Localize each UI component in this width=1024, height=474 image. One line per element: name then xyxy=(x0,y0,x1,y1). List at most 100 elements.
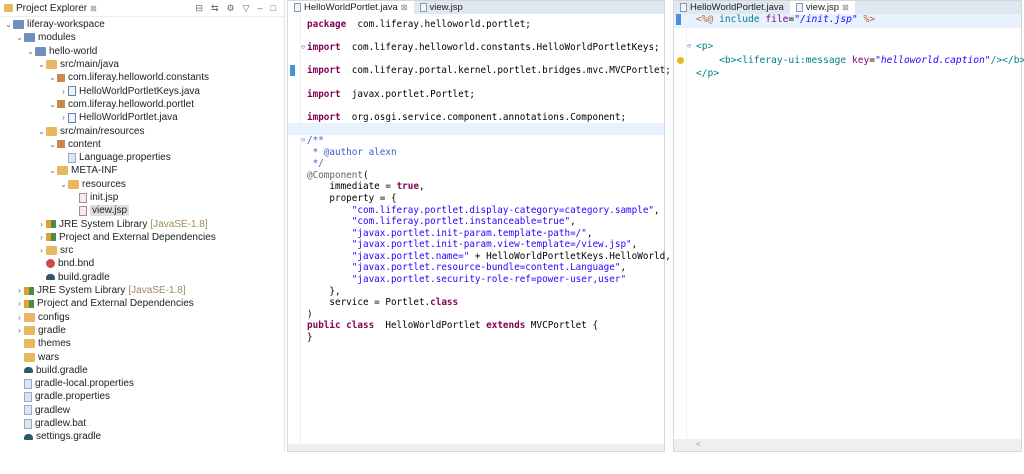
tree-item[interactable]: gradle-local.properties xyxy=(0,377,284,390)
close-tab-icon[interactable]: ⊠ xyxy=(842,3,849,12)
explorer-header: Project Explorer ⊠ ⊟ ⇆ ⚙ ▽ – □ xyxy=(0,0,284,17)
chevron-right-icon[interactable]: › xyxy=(15,313,24,322)
tree-item[interactable]: ⌄ com.liferay.helloworld.portlet xyxy=(0,98,284,111)
chevron-down-icon[interactable]: ⌄ xyxy=(48,100,57,109)
chevron-down-icon[interactable]: ⌄ xyxy=(15,33,24,42)
tree-item[interactable]: themes xyxy=(0,337,284,350)
tab-label: HelloWorldPortlet.java xyxy=(304,2,398,13)
editor-tab[interactable]: view.jsp xyxy=(414,1,469,14)
tree-item[interactable]: ⌄modules xyxy=(0,31,284,44)
tree-item[interactable]: wars xyxy=(0,350,284,363)
chevron-down-icon[interactable]: ⌄ xyxy=(26,47,35,56)
jsp-editor: HelloWorldPortlet.javaview.jsp⊠ <%@ incl… xyxy=(673,0,1022,452)
close-icon[interactable]: ⊠ xyxy=(90,4,97,13)
filter-icon[interactable]: ⚙ xyxy=(227,3,235,14)
tree-item[interactable]: ›Project and External Dependencies xyxy=(0,297,284,310)
gradle-icon xyxy=(24,367,33,373)
code-token: "javax.portlet.security-role-ref=power-u… xyxy=(307,274,626,285)
collapse-all-icon[interactable]: ⊟ xyxy=(195,3,203,14)
folder-icon xyxy=(46,246,57,255)
tab-project-explorer[interactable]: Project Explorer ⊠ xyxy=(0,0,101,17)
horizontal-scrollbar[interactable] xyxy=(288,444,664,451)
tab-label: view.jsp xyxy=(430,2,463,13)
folder-icon xyxy=(24,326,35,335)
chevron-down-icon[interactable]: ⌄ xyxy=(48,140,57,149)
chevron-down-icon[interactable]: ⌄ xyxy=(4,20,13,29)
chevron-down-icon[interactable]: ⌄ xyxy=(37,127,46,136)
editor-tab[interactable]: HelloWorldPortlet.java⊠ xyxy=(288,1,414,14)
tree-item[interactable]: ⌄hello-world xyxy=(0,45,284,58)
chevron-right-icon[interactable]: › xyxy=(15,299,24,308)
tree-item[interactable]: ›src xyxy=(0,244,284,257)
pfile-icon xyxy=(24,392,32,402)
tree-item[interactable]: ›gradle xyxy=(0,324,284,337)
tree-item[interactable]: ⌄com.liferay.helloworld.constants xyxy=(0,71,284,84)
fold-icon[interactable]: ⊖ xyxy=(687,41,691,53)
code-token: extends xyxy=(486,320,525,331)
horizontal-scrollbar[interactable]: < xyxy=(674,439,1021,451)
code-line: "javax.portlet.init-param.template-path=… xyxy=(288,228,664,240)
tree-item[interactable]: ⌄content xyxy=(0,138,284,151)
java-code[interactable]: package com.liferay.helloworld.portlet;⊖… xyxy=(288,19,664,443)
tree-item[interactable]: build.gradle xyxy=(0,364,284,377)
tree-item[interactable]: ⌄ resources xyxy=(0,178,284,191)
close-tab-icon[interactable]: ⊠ xyxy=(401,3,408,12)
chevron-down-icon[interactable]: ⌄ xyxy=(48,166,57,175)
link-with-editor-icon[interactable]: ⇆ xyxy=(211,3,219,14)
tree-item[interactable]: ›JRE System Library[JavaSE-1.8] xyxy=(0,217,284,230)
code-token: package xyxy=(307,19,346,30)
tree-item-label: com.liferay.helloworld.portlet xyxy=(68,99,194,110)
tree-item[interactable]: init.jsp xyxy=(0,191,284,204)
jsp-code[interactable]: <%@ include file="/init.jsp" %>⊖<p> <b><… xyxy=(674,14,1021,443)
scroll-left-icon[interactable]: < xyxy=(696,440,701,449)
code-line xyxy=(288,31,664,43)
tree-item[interactable]: ⌄liferay-workspace xyxy=(0,18,284,31)
code-line: "javax.portlet.resource-bundle=content.L… xyxy=(288,262,664,274)
tree-item[interactable]: view.jsp xyxy=(0,204,284,217)
tree-item[interactable]: ›Project and External Dependencies xyxy=(0,231,284,244)
fold-icon[interactable]: ⊖ xyxy=(301,135,305,147)
maximize-icon[interactable]: □ xyxy=(271,3,276,14)
editor-tab[interactable]: HelloWorldPortlet.java xyxy=(674,1,790,14)
tree-item-label: src/main/resources xyxy=(60,126,144,137)
code-token: /** xyxy=(307,135,324,146)
tree-item[interactable]: gradle.properties xyxy=(0,390,284,403)
tree-item[interactable]: ⌄ src/main/java xyxy=(0,58,284,71)
editor-tab[interactable]: view.jsp⊠ xyxy=(790,1,855,14)
chevron-right-icon[interactable]: › xyxy=(37,220,46,229)
code-line: ⊖import com.liferay.helloworld.constants… xyxy=(288,42,664,54)
tree-item-label: resources xyxy=(82,179,126,190)
chevron-down-icon[interactable]: ⌄ xyxy=(37,60,46,69)
code-token: include xyxy=(713,14,765,25)
folder-icon xyxy=(46,60,57,69)
minimize-icon[interactable]: – xyxy=(258,3,263,14)
tree-item-label: gradle-local.properties xyxy=(35,378,134,389)
tree-item[interactable]: ⌄META-INF xyxy=(0,164,284,177)
chevron-right-icon[interactable]: › xyxy=(37,233,46,242)
chevron-down-icon[interactable]: ⌄ xyxy=(59,180,68,189)
chevron-down-icon[interactable]: ⌄ xyxy=(48,73,57,82)
fold-icon[interactable]: ⊖ xyxy=(301,42,305,54)
chevron-right-icon[interactable]: › xyxy=(15,326,24,335)
tree-item[interactable]: Language.properties xyxy=(0,151,284,164)
tree-item[interactable]: ⌄ src/main/resources xyxy=(0,124,284,137)
lib-icon xyxy=(46,220,56,228)
chevron-right-icon[interactable]: › xyxy=(59,87,68,96)
tree-item-label: src/main/java xyxy=(60,59,119,70)
view-menu-icon[interactable]: ▽ xyxy=(243,3,250,14)
tree-item[interactable]: ›HelloWorldPortletKeys.java xyxy=(0,84,284,97)
tree-item-label: Language.properties xyxy=(79,152,171,163)
tree-item[interactable]: ›JRE System Library[JavaSE-1.8] xyxy=(0,284,284,297)
tree-item[interactable]: ›configs xyxy=(0,311,284,324)
tree-item[interactable]: build.gradle xyxy=(0,271,284,284)
chevron-right-icon[interactable]: › xyxy=(59,113,68,122)
tree-item[interactable]: ›HelloWorldPortlet.java xyxy=(0,111,284,124)
code-token: public class xyxy=(307,320,374,331)
tree-item[interactable]: settings.gradle xyxy=(0,430,284,443)
tree-item[interactable]: gradlew xyxy=(0,404,284,417)
code-token: , xyxy=(570,216,576,227)
chevron-right-icon[interactable]: › xyxy=(37,246,46,255)
chevron-right-icon[interactable]: › xyxy=(15,286,24,295)
tree-item[interactable]: bnd.bnd xyxy=(0,257,284,270)
tree-item[interactable]: gradlew.bat xyxy=(0,417,284,430)
